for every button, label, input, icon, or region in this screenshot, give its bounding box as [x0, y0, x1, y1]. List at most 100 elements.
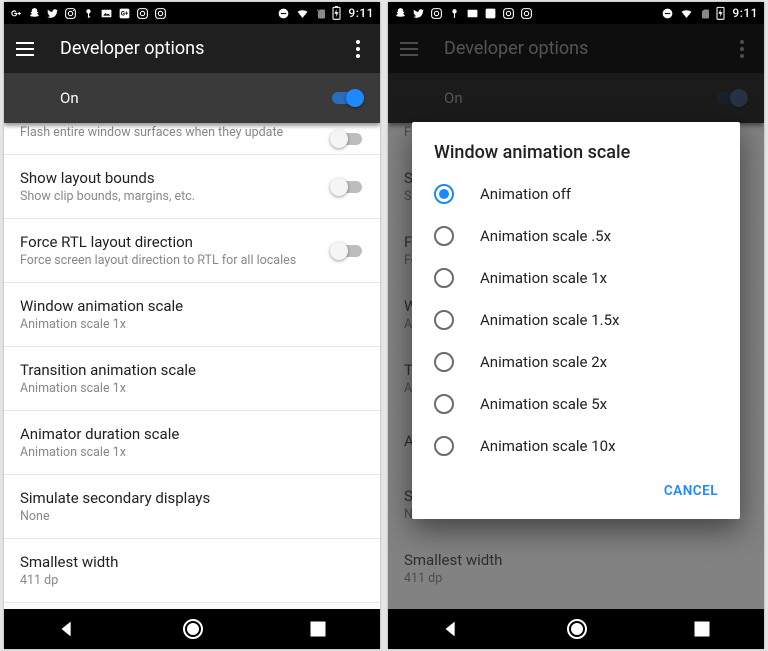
row-subtitle: Flash entire window surfaces when they u…	[20, 125, 364, 140]
row-title: Simulate secondary displays	[20, 489, 364, 507]
nav-home-icon[interactable]	[181, 617, 205, 641]
nav-bar	[4, 609, 380, 649]
animation-scale-dialog: Window animation scale Animation offAnim…	[412, 122, 740, 519]
row-switch[interactable]	[330, 177, 364, 197]
nav-home-icon[interactable]	[565, 617, 589, 641]
gplus-icon	[10, 7, 23, 20]
master-switch-row[interactable]: On	[4, 73, 380, 123]
svg-text:G+: G+	[121, 10, 129, 17]
row-subtitle: Show clip bounds, margins, etc.	[20, 189, 364, 204]
status-clock: 9:11	[732, 6, 758, 20]
row-switch[interactable]	[330, 241, 364, 261]
radio-label: Animation scale 1x	[480, 269, 607, 287]
settings-row[interactable]: Transition animation scale Animation scal…	[4, 347, 380, 411]
twitter-icon	[412, 7, 425, 20]
snapchat-icon	[28, 7, 41, 20]
radio-icon	[434, 394, 454, 414]
status-icons-right: 9:11	[661, 6, 758, 20]
photo-icon	[100, 7, 113, 20]
dialog-actions: CANCEL	[412, 467, 740, 511]
radio-icon	[434, 436, 454, 456]
wifi-icon	[295, 7, 310, 20]
no-sim-icon	[699, 7, 711, 20]
row-title: Transition animation scale	[20, 361, 364, 379]
nav-recent-icon[interactable]	[308, 619, 328, 639]
settings-row[interactable]: Smallest width 411 dp	[4, 539, 380, 603]
radio-option[interactable]: Animation scale .5x	[412, 215, 740, 257]
instagram-icon	[430, 7, 443, 20]
instagram2-icon	[502, 7, 515, 20]
row-subtitle: 411 dp	[20, 573, 364, 588]
row-title: Animator duration scale	[20, 425, 364, 443]
row-subtitle: Animation scale 1x	[20, 317, 364, 332]
radio-icon	[434, 226, 454, 246]
gplus-icon	[484, 7, 497, 20]
row-subtitle: Animation scale 1x	[20, 381, 364, 396]
status-bar: G+ 9:11	[4, 2, 380, 24]
app-bar: Developer options	[4, 24, 380, 73]
master-switch[interactable]	[330, 88, 364, 108]
radio-option[interactable]: Animation scale 1.5x	[412, 299, 740, 341]
radio-label: Animation scale 1.5x	[480, 311, 619, 329]
battery-icon	[332, 6, 341, 20]
phone-left: G+ 9:11 Developer options On Flash entir…	[4, 2, 380, 649]
gplus2-icon: G+	[118, 7, 131, 20]
row-switch[interactable]	[330, 129, 364, 149]
radio-option[interactable]: Animation off	[412, 173, 740, 215]
nav-bar	[388, 609, 764, 649]
radio-label: Animation scale .5x	[480, 227, 611, 245]
instagram3-icon	[154, 7, 167, 20]
wifi-icon	[679, 7, 694, 20]
radio-option[interactable]: Animation scale 10x	[412, 425, 740, 467]
settings-row[interactable]: Flash entire window surfaces when they u…	[4, 123, 380, 155]
settings-row[interactable]: Show layout bounds Show clip bounds, marg…	[4, 155, 380, 219]
settings-row[interactable]: Animator duration scale Animation scale 1…	[4, 411, 380, 475]
page-title: Developer options	[60, 38, 348, 59]
key-icon	[448, 7, 461, 20]
status-bar: 9:11	[388, 2, 764, 24]
battery-icon	[716, 6, 725, 20]
nav-back-icon[interactable]	[56, 618, 78, 640]
status-icons-left: G+	[10, 7, 167, 20]
row-title: Show layout bounds	[20, 169, 364, 187]
overflow-menu-icon[interactable]	[348, 40, 368, 58]
status-clock: 9:11	[348, 6, 374, 20]
row-title: Window animation scale	[20, 297, 364, 315]
settings-row[interactable]: Window animation scale Animation scale 1x	[4, 283, 380, 347]
phone-right: 9:11 Developer options On FlSShFFoWAnTAA…	[388, 2, 764, 649]
radio-option[interactable]: Animation scale 1x	[412, 257, 740, 299]
hamburger-icon[interactable]	[16, 38, 38, 60]
key-icon	[82, 7, 95, 20]
radio-group: Animation off Animation scale .5x Animatio…	[412, 173, 740, 467]
row-subtitle: Force screen layout direction to RTL for…	[20, 253, 364, 268]
dialog-title: Window animation scale	[412, 122, 740, 173]
row-title: Smallest width	[20, 553, 364, 571]
row-subtitle: Animation scale 1x	[20, 445, 364, 460]
radio-option[interactable]: Animation scale 5x	[412, 383, 740, 425]
nav-recent-icon[interactable]	[692, 619, 712, 639]
radio-label: Animation scale 10x	[480, 437, 616, 455]
settings-row[interactable]: Simulate secondary displays None	[4, 475, 380, 539]
nav-back-icon[interactable]	[440, 618, 462, 640]
cancel-button[interactable]: CANCEL	[656, 477, 726, 505]
radio-label: Animation scale 2x	[480, 353, 607, 371]
twitter-icon	[46, 7, 59, 20]
row-subtitle: None	[20, 509, 364, 524]
settings-list[interactable]: Flash entire window surfaces when they u…	[4, 123, 380, 609]
radio-icon	[434, 352, 454, 372]
instagram2-icon	[136, 7, 149, 20]
dnd-icon	[661, 7, 674, 20]
master-switch-label: On	[60, 89, 79, 107]
row-title: Force RTL layout direction	[20, 233, 364, 251]
snapchat-icon	[394, 7, 407, 20]
dnd-icon	[277, 7, 290, 20]
radio-label: Animation scale 5x	[480, 395, 607, 413]
status-icons-left	[394, 7, 533, 20]
radio-icon	[434, 268, 454, 288]
no-sim-icon	[315, 7, 327, 20]
radio-label: Animation off	[480, 185, 571, 203]
settings-row[interactable]: Force RTL layout direction Force screen l…	[4, 219, 380, 283]
photo-icon	[466, 7, 479, 20]
status-icons-right: 9:11	[277, 6, 374, 20]
radio-option[interactable]: Animation scale 2x	[412, 341, 740, 383]
